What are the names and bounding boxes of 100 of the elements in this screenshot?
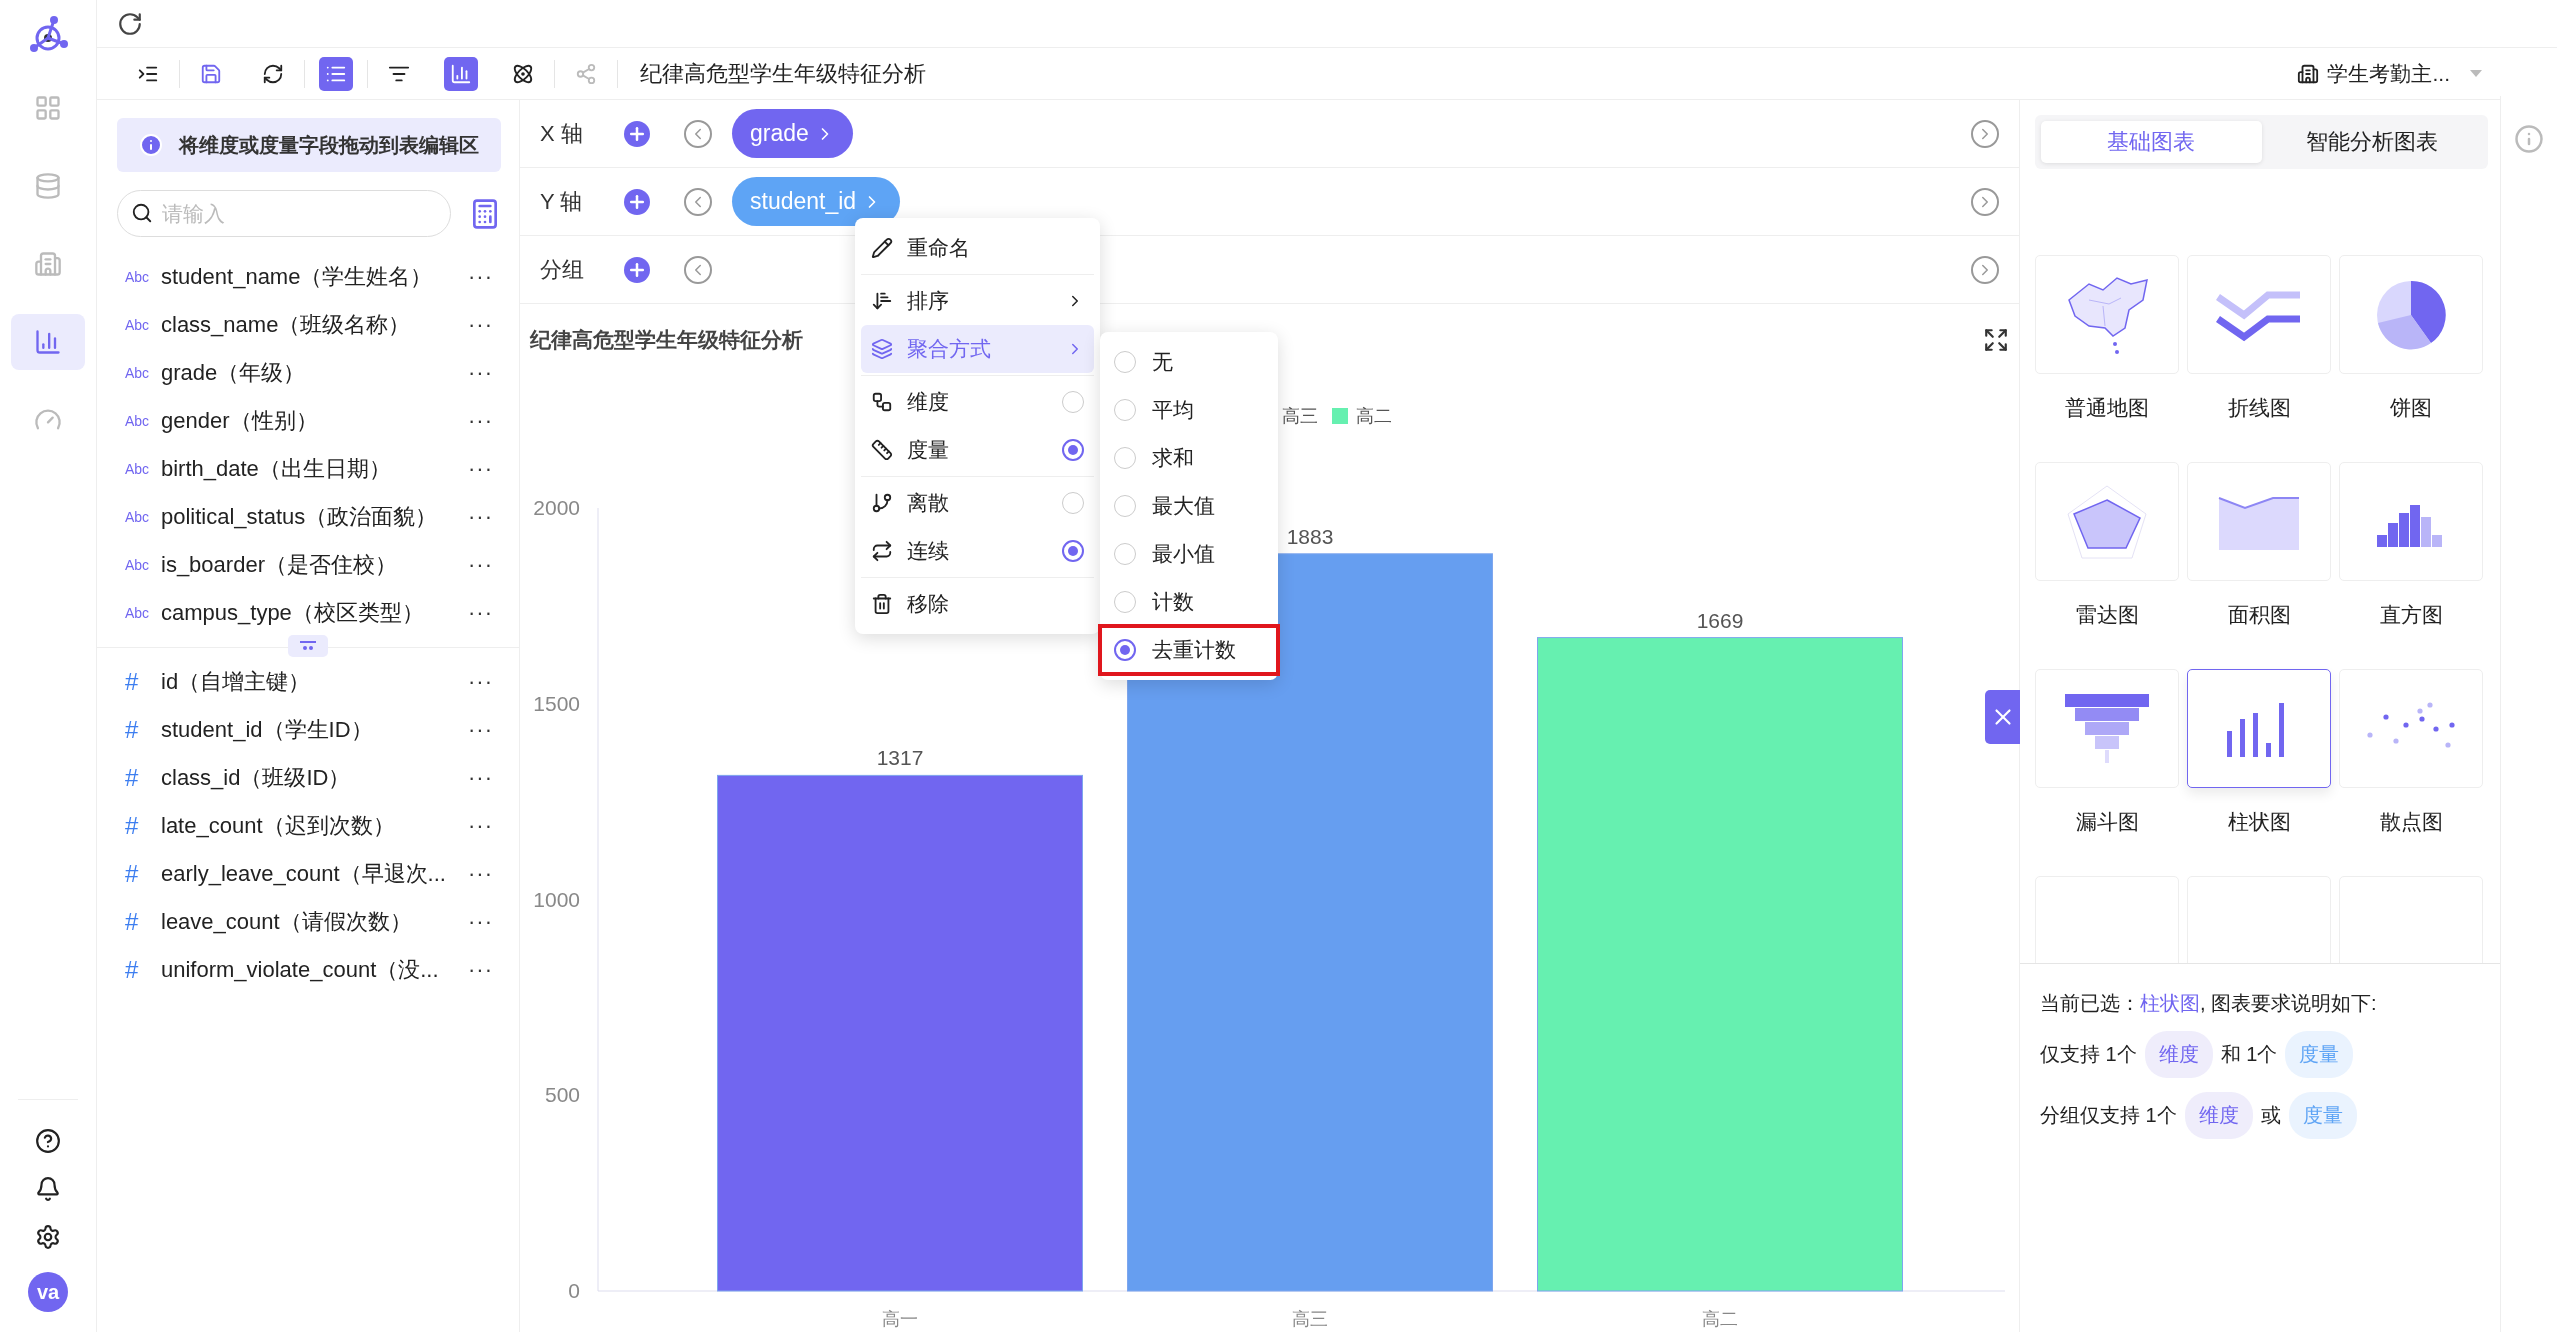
bar-chart-button[interactable] bbox=[444, 56, 478, 91]
submenu-option[interactable]: 最大值 bbox=[1100, 482, 1278, 530]
collapse-button[interactable] bbox=[684, 255, 712, 284]
submenu-option[interactable]: 求和 bbox=[1100, 434, 1278, 482]
number-type-tag: # bbox=[125, 956, 161, 984]
menu-item[interactable]: 排序 bbox=[861, 277, 1094, 325]
tab[interactable]: 基础图表 bbox=[2041, 121, 2262, 163]
radio-button[interactable] bbox=[1114, 351, 1136, 373]
user-avatar[interactable]: va bbox=[28, 1272, 68, 1312]
more-button[interactable]: ··· bbox=[460, 909, 501, 935]
expand-button[interactable] bbox=[1971, 255, 1999, 284]
number-type-tag: # bbox=[125, 716, 161, 744]
field-name[interactable]: campus_type（校区类型） bbox=[161, 598, 460, 628]
dataset-selector[interactable]: 学生考勤主... bbox=[2291, 58, 2488, 89]
more-button[interactable]: ··· bbox=[460, 264, 501, 290]
more-button[interactable]: ··· bbox=[460, 861, 501, 887]
field-name[interactable]: birth_date（出生日期） bbox=[161, 454, 460, 484]
radio-button[interactable] bbox=[1062, 492, 1084, 514]
add-button[interactable] bbox=[624, 120, 650, 147]
field-name[interactable]: class_name（班级名称） bbox=[161, 310, 460, 340]
field-name[interactable]: early_leave_count（早退次... bbox=[161, 859, 460, 889]
fullscreen-button[interactable] bbox=[1983, 327, 2009, 353]
field-name[interactable]: id（自增主键） bbox=[161, 667, 460, 697]
field-name[interactable]: student_name（学生姓名） bbox=[161, 262, 460, 292]
expand-button[interactable] bbox=[1971, 119, 1999, 148]
expand-button[interactable] bbox=[1971, 187, 1999, 216]
help-icon[interactable] bbox=[35, 1128, 61, 1154]
settings-icon[interactable] bbox=[35, 1224, 61, 1250]
more-button[interactable]: ··· bbox=[460, 813, 501, 839]
radio-button[interactable] bbox=[1114, 495, 1136, 517]
more-button[interactable]: ··· bbox=[460, 360, 501, 386]
field-name[interactable]: gender（性别） bbox=[161, 406, 460, 436]
field-name[interactable]: is_boarder（是否住校） bbox=[161, 550, 460, 580]
tab[interactable]: 智能分析图表 bbox=[2261, 121, 2482, 163]
more-button[interactable]: ··· bbox=[460, 552, 501, 578]
menu-item[interactable]: 维度 bbox=[861, 378, 1094, 426]
more-button[interactable]: ··· bbox=[460, 957, 501, 983]
field-name[interactable]: student_id（学生ID） bbox=[161, 715, 460, 745]
more-button[interactable]: ··· bbox=[460, 312, 501, 338]
search-field[interactable]: 请输入 bbox=[117, 190, 451, 237]
radio-button[interactable] bbox=[1062, 540, 1084, 562]
number-type-tag: # bbox=[125, 812, 161, 840]
radio-button[interactable] bbox=[1114, 591, 1136, 613]
submenu-option[interactable]: 计数 bbox=[1100, 578, 1278, 626]
menu-item[interactable]: 重命名 bbox=[861, 224, 1094, 272]
reload-icon[interactable] bbox=[117, 10, 143, 37]
menu-item[interactable]: 度量 bbox=[861, 426, 1094, 474]
more-button[interactable]: ··· bbox=[460, 765, 501, 791]
text-type-tag: Abc bbox=[125, 413, 161, 429]
more-button[interactable]: ··· bbox=[460, 600, 501, 626]
chart-type-label: 直方图 bbox=[2379, 602, 2443, 628]
more-button[interactable]: ··· bbox=[460, 717, 501, 743]
close-button[interactable] bbox=[1985, 690, 2020, 744]
field-name[interactable]: political_status（政治面貌） bbox=[161, 502, 460, 532]
info-icon bbox=[139, 133, 163, 157]
field-name[interactable]: leave_count（请假次数） bbox=[161, 907, 460, 937]
bar-value-label: 1317 bbox=[876, 746, 924, 770]
database-icon bbox=[34, 172, 62, 200]
menu-item[interactable]: 离散 bbox=[861, 479, 1094, 527]
radio-button[interactable] bbox=[1062, 439, 1084, 461]
menu-item[interactable]: 移除 bbox=[861, 580, 1094, 628]
text-type-tag: Abc bbox=[125, 605, 161, 621]
menu-item[interactable]: 聚合方式 bbox=[861, 325, 1094, 373]
more-button[interactable]: ··· bbox=[460, 408, 501, 434]
radio-button[interactable] bbox=[1062, 391, 1084, 413]
submenu-option[interactable]: 平均 bbox=[1100, 386, 1278, 434]
list-button[interactable] bbox=[319, 56, 353, 91]
collapse-button[interactable] bbox=[684, 119, 712, 148]
radio-button[interactable] bbox=[1114, 639, 1136, 661]
radio-button[interactable] bbox=[1114, 447, 1136, 469]
add-button[interactable] bbox=[624, 256, 650, 283]
field-pill[interactable]: grade bbox=[732, 109, 853, 158]
more-button[interactable]: ··· bbox=[460, 456, 501, 482]
submenu-option[interactable]: 无 bbox=[1100, 338, 1278, 386]
radio-button[interactable] bbox=[1114, 399, 1136, 421]
axis-label: X 轴 bbox=[540, 119, 584, 148]
menu-item[interactable]: 连续 bbox=[861, 527, 1094, 575]
field-name[interactable]: uniform_violate_count（没... bbox=[161, 955, 460, 985]
text-type-tag: Abc bbox=[125, 557, 161, 573]
field-name[interactable]: grade（年级） bbox=[161, 358, 460, 388]
field-name[interactable]: late_count（迟到次数） bbox=[161, 811, 460, 841]
collapse-button[interactable] bbox=[684, 187, 712, 216]
fullscreen-icon bbox=[1983, 327, 2009, 353]
chart-type-label: 普通地图 bbox=[2065, 395, 2149, 421]
more-button[interactable]: ··· bbox=[460, 504, 501, 530]
info-icon[interactable] bbox=[2514, 124, 2544, 154]
more-button[interactable]: ··· bbox=[460, 669, 501, 695]
chart-type-label: 柱状图 bbox=[2227, 809, 2291, 835]
axis-label: 分组 bbox=[540, 255, 585, 284]
chart-type-label: 面积图 bbox=[2227, 602, 2291, 628]
field-name[interactable]: class_id（班级ID） bbox=[161, 763, 460, 793]
chart-type-label: 饼图 bbox=[2390, 395, 2432, 421]
radio-button[interactable] bbox=[1114, 543, 1136, 565]
nav-item[interactable] bbox=[11, 314, 85, 370]
add-button[interactable] bbox=[624, 188, 650, 215]
submenu-option[interactable]: 去重计数 bbox=[1100, 626, 1278, 674]
chart-type-card[interactable] bbox=[2187, 669, 2331, 788]
resize-handle[interactable] bbox=[288, 635, 328, 657]
submenu-option[interactable]: 最小值 bbox=[1100, 530, 1278, 578]
bell-icon[interactable] bbox=[35, 1176, 61, 1202]
